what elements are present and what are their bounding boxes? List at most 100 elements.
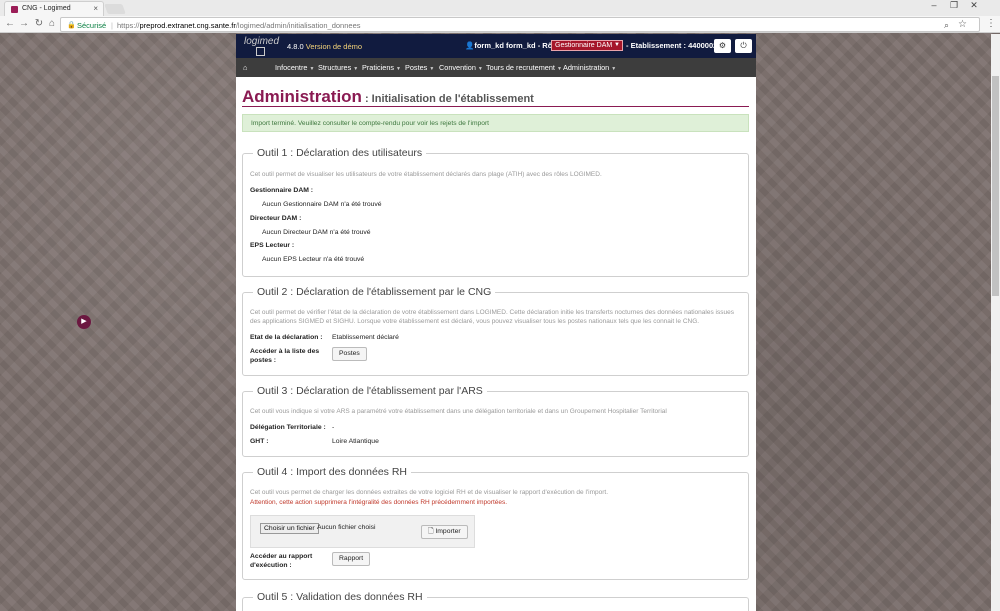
new-tab-button[interactable] [104, 4, 126, 14]
nav-label: Infocentre [275, 63, 308, 72]
close-tab-icon[interactable]: × [93, 4, 98, 13]
tab-title: CNG - Logimed [22, 5, 71, 12]
nav-tours-recrutement[interactable]: Tours de recrutement ▼ [486, 63, 562, 72]
user-icon: 👤 [465, 41, 475, 50]
outil4-desc: Cet outil vous permet de charger les don… [250, 489, 608, 496]
caret-icon: ▼ [309, 66, 315, 72]
browser-titlebar: CNG - Logimed × – ❐ ✕ [0, 0, 1000, 16]
rapport-label: Accéder au rapport d'exécution : [250, 553, 313, 569]
caret-icon: ▼ [353, 66, 359, 72]
rapport-button[interactable]: Rapport [332, 552, 371, 566]
nav-label: Postes [405, 63, 428, 72]
etat-value: Etablissement déclaré [332, 334, 399, 341]
nav-administration[interactable]: Administration ▼ [563, 63, 616, 72]
outil5-panel: Outil 5 : Validation des données RH [242, 591, 749, 611]
caret-icon: ▼ [477, 66, 483, 72]
outil2-panel: Outil 2 : Déclaration de l'établissement… [242, 286, 749, 376]
nav-praticiens[interactable]: Praticiens ▼ [362, 63, 401, 72]
close-window-icon[interactable]: ✕ [965, 0, 983, 11]
version-number: 4.8.0 [287, 42, 304, 51]
scrollbar-thumb[interactable] [992, 76, 999, 296]
minimize-icon[interactable]: – [925, 0, 943, 10]
directeur-value: Aucun Directeur DAM n'a été trouvé [262, 229, 371, 236]
url-text: https://preprod.extranet.cng.sante.fr/lo… [117, 21, 361, 30]
outil3-desc: Cet outil vous indique si votre ARS a pa… [250, 408, 667, 415]
delegation-label: Délégation Territoriale : [250, 424, 326, 431]
nav-convention[interactable]: Convention ▼ [439, 63, 483, 72]
page-scrollbar[interactable] [991, 34, 1000, 611]
app-header: logimed 4.8.0 Version de démo 👤form_kd f… [236, 34, 756, 58]
url-path: /logimed/admin/initialisation_donnees [235, 21, 361, 30]
outil1-desc: Cet outil permet de visualiser les utili… [250, 171, 602, 178]
url-input[interactable]: 🔒 Sécurisé | https://preprod.extranet.cn… [60, 17, 980, 32]
outil4-warning: Attention, cette action supprimera l'int… [250, 499, 508, 506]
nav-label: Structures [318, 63, 352, 72]
app-container: logimed 4.8.0 Version de démo 👤form_kd f… [236, 34, 756, 611]
nav-label: Convention [439, 63, 476, 72]
browser-tab[interactable]: CNG - Logimed × [4, 1, 104, 16]
browser-menu-icon[interactable]: ⋮ [986, 18, 996, 29]
import-button[interactable]: 🗋 Importer [421, 525, 468, 539]
outil1-panel: Outil 1 : Déclaration des utilisateurs C… [242, 147, 749, 277]
caret-icon: ▼ [396, 66, 401, 72]
outil4-panel: Outil 4 : Import des données RH Cet outi… [242, 466, 749, 580]
url-scheme: https:// [117, 21, 140, 30]
choose-file-button[interactable]: Choisir un fichier [260, 523, 319, 534]
caret-icon: ▼ [556, 66, 562, 72]
ght-label: GHT : [250, 438, 269, 445]
success-alert: Import terminé. Veuillez consulter le co… [242, 114, 749, 132]
file-upload-box: Choisir un fichier Aucun fichier choisi … [250, 515, 475, 548]
nav-postes[interactable]: Postes ▼ [405, 63, 434, 72]
caret-icon: ▼ [611, 66, 617, 72]
url-separator: | [111, 21, 113, 30]
bookmark-star-icon[interactable]: ☆ [958, 19, 967, 30]
page-subtitle: : Initialisation de l'établissement [364, 93, 534, 105]
user-name: form_kd form_kd [474, 41, 536, 50]
etab-label: - Etablissement : [626, 41, 687, 50]
file-icon: 🗋 [428, 528, 434, 535]
ght-value: Loire Atlantique [332, 438, 379, 445]
nav-label: Administration [563, 63, 610, 72]
logo-text: logimed [244, 36, 280, 47]
lock-icon: 🔒 [67, 22, 76, 29]
postes-button[interactable]: Postes [332, 347, 367, 361]
home-nav-icon[interactable]: ⌂ [243, 63, 247, 72]
outil4-title: Outil 4 : Import des données RH [253, 466, 411, 478]
version-tag: Version de démo [305, 42, 363, 51]
restore-icon[interactable]: ❐ [945, 0, 963, 11]
reload-icon[interactable]: ↻ [33, 18, 45, 29]
import-label: Importer [435, 528, 461, 535]
nav-structures[interactable]: Structures ▼ [318, 63, 358, 72]
etablissement-info: - Etablissement : 440000289 [626, 41, 726, 50]
file-status: Aucun fichier choisi [317, 524, 376, 531]
outil5-title: Outil 5 : Validation des données RH [253, 591, 427, 603]
back-icon[interactable]: ← [4, 18, 16, 29]
eps-label: EPS Lecteur : [250, 242, 295, 249]
gestionnaire-value: Aucun Gestionnaire DAM n'a été trouvé [262, 201, 382, 208]
outil3-title: Outil 3 : Déclaration de l'établissement… [253, 385, 487, 397]
settings-gear-icon[interactable]: ⚙ [714, 39, 731, 53]
url-host: preprod.extranet.cng.sante.fr [139, 21, 236, 30]
forward-icon[interactable]: → [18, 18, 30, 29]
title-divider [242, 106, 749, 107]
outil2-title: Outil 2 : Déclaration de l'établissement… [253, 286, 496, 298]
nav-infocentre[interactable]: Infocentre ▼ [275, 63, 314, 72]
liste-postes-label: Accéder à la liste des postes : [250, 348, 320, 364]
chevron-down-icon: ▼ [614, 42, 620, 48]
play-icon[interactable]: ▶ [77, 315, 91, 329]
page-title: Administration: Initialisation de l'étab… [242, 87, 534, 107]
etat-label: Etat de la déclaration : [250, 334, 323, 341]
nav-label: Tours de recrutement [486, 63, 555, 72]
gestionnaire-label: Gestionnaire DAM : [250, 187, 314, 194]
delegation-value: - [332, 424, 335, 431]
role-select[interactable]: Gestionnaire DAM ▼ [551, 40, 623, 51]
logo-box-icon [256, 47, 265, 56]
zoom-icon[interactable]: ⌕ [944, 20, 949, 31]
address-bar: ← → ↻ ⌂ 🔒 Sécurisé | https://preprod.ext… [0, 16, 1000, 33]
logimed-logo[interactable]: logimed [242, 35, 280, 57]
eps-value: Aucun EPS Lecteur n'a été trouvé [262, 256, 365, 263]
nav-label: Praticiens [362, 63, 395, 72]
power-off-icon[interactable]: ⏻ [735, 39, 752, 53]
home-icon[interactable]: ⌂ [46, 18, 58, 29]
caret-icon: ▼ [429, 66, 435, 72]
